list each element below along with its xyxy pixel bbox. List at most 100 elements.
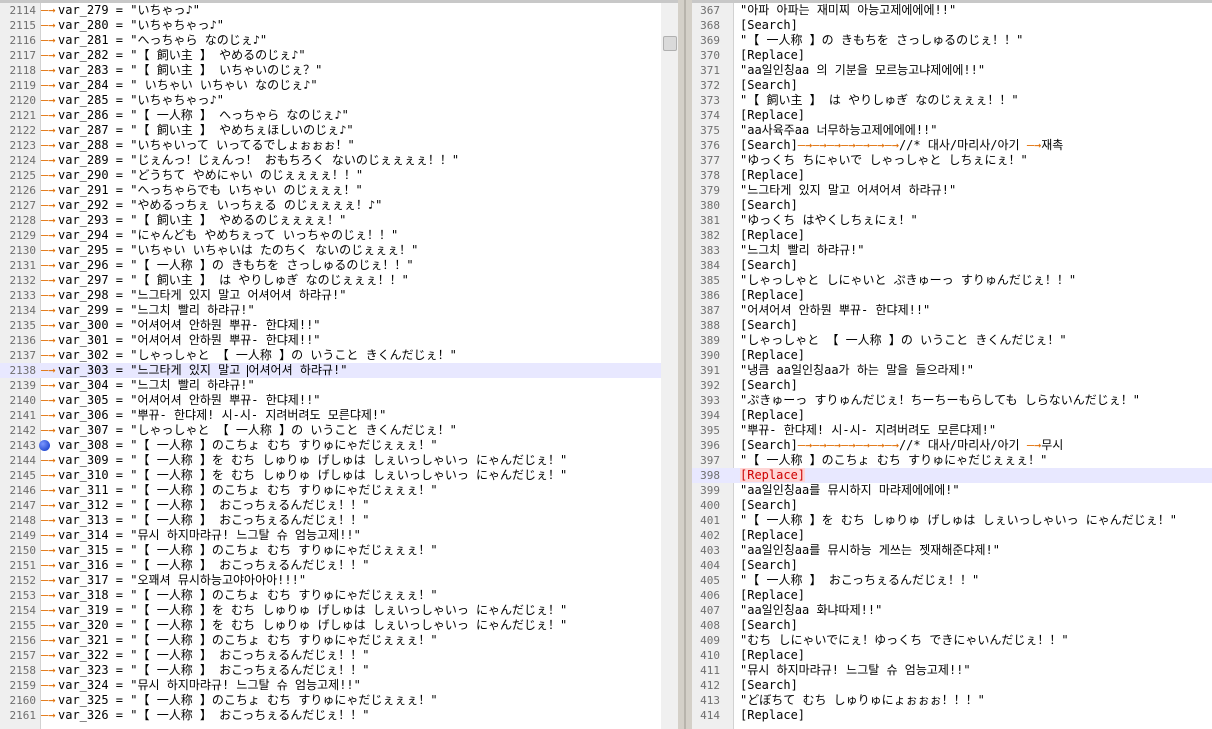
code-line[interactable]: 391 "냉큼 aa일인칭aa가 하는 말을 들으라제!"	[692, 363, 1212, 378]
code-line[interactable]: 2131 —→ var_296 = "【 一人称 】の きもちを さっしゅるのじぇ！…	[0, 258, 678, 273]
code-line[interactable]: 399 "aa일인칭aa를 뮤시하지 마랴제에에에!"	[692, 483, 1212, 498]
code-line[interactable]: 2125 —→ var_290 = "どうちて やめにゃい のじぇぇぇぇ！！"	[0, 168, 678, 183]
code-line[interactable]: 370 [Replace]	[692, 48, 1212, 63]
code-line[interactable]: 368 [Search]	[692, 18, 1212, 33]
code-line[interactable]: 397 "【 一人称 】のこちょ むち すりゅにゃだじぇぇぇ！"	[692, 453, 1212, 468]
code-line[interactable]: 2157 —→ var_322 = "【 一人称 】 おこっちぇるんだじぇ！！"	[0, 648, 678, 663]
code-line[interactable]: 2137 —→ var_302 = "しゃっしゃと 【 一人称 】の いうこと きく…	[0, 348, 678, 363]
code-line[interactable]: 386 [Replace]	[692, 288, 1212, 303]
code-line[interactable]: 2132 —→ var_297 = "【 飼い主 】 は やりしゅぎ なのじぇぇぇ！…	[0, 273, 678, 288]
left-editor-pane[interactable]: 2114 —→ var_279 = "いちゃっ♪" 2115 —→ var_280 = "…	[0, 0, 678, 729]
right-editor-pane[interactable]: 367 "아파 아파는 재미찌 아능고제에에에!!" 368 [Search] 369 "…	[692, 0, 1212, 729]
code-line[interactable]: 392 [Search]	[692, 378, 1212, 393]
code-line[interactable]: 383 "느그치 빨리 하랴규!"	[692, 243, 1212, 258]
code-line[interactable]: 411 "뮤시 하지마랴규! 느그탈 슈 엄능고제!!"	[692, 663, 1212, 678]
code-line[interactable]: 404 [Search]	[692, 558, 1212, 573]
code-line[interactable]: 2146 —→ var_311 = "【 一人称 】のこちょ むち すりゅにゃだじぇ…	[0, 483, 678, 498]
code-line[interactable]: 2117 —→ var_282 = "【 飼い主 】 やめるのじぇ♪"	[0, 48, 678, 63]
code-line[interactable]: 2152 —→ var_317 = "오꽤셔 뮤시하능고야아아아!!!"	[0, 573, 678, 588]
code-line[interactable]: 402 [Replace]	[692, 528, 1212, 543]
right-code-lines[interactable]: 367 "아파 아파는 재미찌 아능고제에에에!!" 368 [Search] 369 "…	[692, 3, 1212, 723]
code-line[interactable]: 369 "【 一人称 】の きもちを さっしゅるのじぇ！！"	[692, 33, 1212, 48]
code-line[interactable]: 389 "しゃっしゃと 【 一人称 】の いうこと きくんだじぇ！"	[692, 333, 1212, 348]
code-line[interactable]: 381 "ゆっくち はやくしちぇにぇ！"	[692, 213, 1212, 228]
code-line[interactable]: 2153 —→ var_318 = "【 一人称 】のこちょ むち すりゅにゃだじぇ…	[0, 588, 678, 603]
code-line[interactable]: 390 [Replace]	[692, 348, 1212, 363]
code-line[interactable]: 2143 var_308 = "【 一人称 】のこちょ むち すりゅにゃだじぇぇぇ…	[0, 438, 678, 453]
code-line[interactable]: 377 "ゆっくち ちにゃいで しゃっしゃと しちぇにぇ！"	[692, 153, 1212, 168]
code-line[interactable]: 2159 —→ var_324 = "뮤시 하지마랴규! 느그탈 슈 엄능고제!!"	[0, 678, 678, 693]
code-line[interactable]: 395 "뿌뀨- 한댜제! 시-시- 지려버려도 모른댜제!"	[692, 423, 1212, 438]
bookmark-icon[interactable]	[39, 440, 50, 451]
code-line[interactable]: 2123 —→ var_288 = "いちゃいって いってるでしょぉぉぉ！"	[0, 138, 678, 153]
code-line[interactable]: 380 [Search]	[692, 198, 1212, 213]
code-line[interactable]: 2154 —→ var_319 = "【 一人称 】を むち しゅりゅ げしゅは し…	[0, 603, 678, 618]
code-line[interactable]: 2142 —→ var_307 = "しゃっしゃと 【 一人称 】の いうこと きく…	[0, 423, 678, 438]
code-line[interactable]: 382 [Replace]	[692, 228, 1212, 243]
left-vertical-scrollbar[interactable]	[661, 3, 678, 729]
code-line[interactable]: 385 "しゃっしゃと しにゃいと ぷきゅーっ すりゅんだじぇ！！"	[692, 273, 1212, 288]
code-line[interactable]: 387 "어셔어셔 안하뭔 뿌뀨- 한댜제!!"	[692, 303, 1212, 318]
code-line[interactable]: 2118 —→ var_283 = "【 飼い主 】 いちゃいのじぇ？"	[0, 63, 678, 78]
code-line[interactable]: 2120 —→ var_285 = "いちゃちゃっ♪"	[0, 93, 678, 108]
code-line[interactable]: 2148 —→ var_313 = "【 一人称 】 おこっちぇるんだじぇ！！"	[0, 513, 678, 528]
code-line[interactable]: 2135 —→ var_300 = "어셔어셔 안하뭔 뿌뀨- 한댜제!!"	[0, 318, 678, 333]
code-line[interactable]: 394 [Replace]	[692, 408, 1212, 423]
pane-splitter[interactable]	[678, 0, 692, 729]
code-line[interactable]: 372 [Search]	[692, 78, 1212, 93]
code-line[interactable]: 2151 —→ var_316 = "【 一人称 】 おこっちぇるんだじぇ！！"	[0, 558, 678, 573]
code-line[interactable]: 398 [Replace]	[692, 468, 1212, 483]
code-line[interactable]: 401 "【 一人称 】を むち しゅりゅ げしゅは しぇいっしゃいっ にゃんだじ…	[692, 513, 1212, 528]
code-line[interactable]: 2160 —→ var_325 = "【 一人称 】のこちょ むち すりゅにゃだじぇ…	[0, 693, 678, 708]
code-line[interactable]: 2138 —→ var_303 = "느그타게 있지 말고 어셔어셔 하랴규!"	[0, 363, 678, 378]
code-line[interactable]: 373 "【 飼い主 】 は やりしゅぎ なのじぇぇぇ！！"	[692, 93, 1212, 108]
code-line[interactable]: 374 [Replace]	[692, 108, 1212, 123]
code-line[interactable]: 2144 —→ var_309 = "【 一人称 】を むち しゅりゅ げしゅは し…	[0, 453, 678, 468]
code-line[interactable]: 2116 —→ var_281 = "へっちゃら なのじぇ♪"	[0, 33, 678, 48]
code-line[interactable]: 2140 —→ var_305 = "어셔어셔 안하뭔 뿌뀨- 한댜제!!"	[0, 393, 678, 408]
code-line[interactable]: 375 "aa사육주aa 너무하능고제에에에!!"	[692, 123, 1212, 138]
code-line[interactable]: 2161 —→ var_326 = "【 一人称 】 おこっちぇるんだじぇ！！"	[0, 708, 678, 723]
code-line[interactable]: 2147 —→ var_312 = "【 一人称 】 おこっちぇるんだじぇ！！"	[0, 498, 678, 513]
code-line[interactable]: 408 [Search]	[692, 618, 1212, 633]
code-line[interactable]: 2145 —→ var_310 = "【 一人称 】を むち しゅりゅ げしゅは し…	[0, 468, 678, 483]
code-line[interactable]: 388 [Search]	[692, 318, 1212, 333]
code-line[interactable]: 400 [Search]	[692, 498, 1212, 513]
code-line[interactable]: 406 [Replace]	[692, 588, 1212, 603]
code-line[interactable]: 2127 —→ var_292 = "やめるっちぇ いっちぇる のじぇぇぇぇ！♪"	[0, 198, 678, 213]
code-line[interactable]: 376 [Search]—→—→—→—→—→—→—→//* 대사/마리사/아기 —…	[692, 138, 1212, 153]
code-line[interactable]: 384 [Search]	[692, 258, 1212, 273]
code-line[interactable]: 379 "느그타게 있지 말고 어셔어셔 하랴규!"	[692, 183, 1212, 198]
code-line[interactable]: 403 "aa일인칭aa를 뮤시하능 게쓰는 젯재해준댜제!"	[692, 543, 1212, 558]
code-line[interactable]: 405 "【 一人称 】 おこっちぇるんだじぇ！！"	[692, 573, 1212, 588]
code-line[interactable]: 2122 —→ var_287 = "【 飼い主 】 やめちぇほしいのじぇ♪"	[0, 123, 678, 138]
code-line[interactable]: 2156 —→ var_321 = "【 一人称 】のこちょ むち すりゅにゃだじぇ…	[0, 633, 678, 648]
code-line[interactable]: 412 [Search]	[692, 678, 1212, 693]
left-scrollbar-thumb[interactable]	[663, 36, 677, 51]
code-line[interactable]: 414 [Replace]	[692, 708, 1212, 723]
code-line[interactable]: 2119 —→ var_284 = " いちゃい いちゃい なのじぇ♪"	[0, 78, 678, 93]
code-line[interactable]: 2158 —→ var_323 = "【 一人称 】 おこっちぇるんだじぇ！！"	[0, 663, 678, 678]
code-line[interactable]: 2134 —→ var_299 = "느그치 빨리 하랴규!"	[0, 303, 678, 318]
code-line[interactable]: 396 [Search]—→—→—→—→—→—→—→//* 대사/마리사/아기 —…	[692, 438, 1212, 453]
code-line[interactable]: 2115 —→ var_280 = "いちゃちゃっ♪"	[0, 18, 678, 33]
code-line[interactable]: 2124 —→ var_289 = "じぇんっ！じぇんっ！ おもちろく ないのじぇぇ…	[0, 153, 678, 168]
code-line[interactable]: 2141 —→ var_306 = "뿌뀨- 한댜제! 시-시- 지려버려도 모른댜…	[0, 408, 678, 423]
left-code-lines[interactable]: 2114 —→ var_279 = "いちゃっ♪" 2115 —→ var_280 = "…	[0, 3, 678, 723]
code-line[interactable]: 410 [Replace]	[692, 648, 1212, 663]
code-line[interactable]: 2121 —→ var_286 = "【 一人称 】 へっちゃら なのじぇ♪"	[0, 108, 678, 123]
code-line[interactable]: 2139 —→ var_304 = "느그치 빨리 하랴규!"	[0, 378, 678, 393]
code-line[interactable]: 371 "aa일인칭aa 의 기분을 모르능고냐제에에!!"	[692, 63, 1212, 78]
code-line[interactable]: 2133 —→ var_298 = "느그타게 있지 말고 어셔어셔 하랴규!"	[0, 288, 678, 303]
code-line[interactable]: 409 "むち しにゃいでにぇ！ゆっくち できにゃいんだじぇ！！"	[692, 633, 1212, 648]
code-line[interactable]: 2129 —→ var_294 = "にゃんども やめちぇって いっちゃのじぇ！！"	[0, 228, 678, 243]
code-line[interactable]: 2136 —→ var_301 = "어셔어셔 안하뭔 뿌뀨- 한댜제!!"	[0, 333, 678, 348]
code-line[interactable]: 2128 —→ var_293 = "【 飼い主 】 やめるのじぇぇぇぇ！"	[0, 213, 678, 228]
code-line[interactable]: 2114 —→ var_279 = "いちゃっ♪"	[0, 3, 678, 18]
code-line[interactable]: 393 "ぷきゅーっ すりゅんだじぇ！ちーちーもらしても しらないんだじぇ！"	[692, 393, 1212, 408]
code-line[interactable]: 407 "aa일인칭aa 화냐따제!!"	[692, 603, 1212, 618]
code-line[interactable]: 378 [Replace]	[692, 168, 1212, 183]
code-line[interactable]: 2130 —→ var_295 = "いちゃい いちゃいは たのちく ないのじぇぇぇ…	[0, 243, 678, 258]
code-line[interactable]: 2126 —→ var_291 = "へっちゃらでも いちゃい のじぇぇぇ！"	[0, 183, 678, 198]
code-line[interactable]: 413 "どぼちて むち しゅりゅにょぉぉぉ！！！"	[692, 693, 1212, 708]
